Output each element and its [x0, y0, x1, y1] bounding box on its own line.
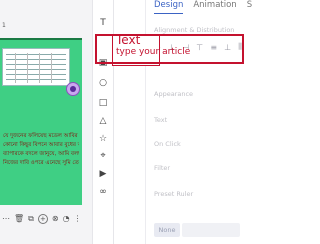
- text-line: যে দুজনের ফলিয়েছ মডেল আবির: [3, 133, 78, 139]
- on-click-heading: On Click: [154, 140, 181, 148]
- image-tool-icon[interactable]: ▣: [97, 57, 109, 69]
- align-top-icon[interactable]: ⊤: [196, 43, 203, 52]
- doc-col: [51, 53, 52, 83]
- copy-icon[interactable]: ⧉: [28, 215, 34, 223]
- link-tool-icon[interactable]: ∞: [97, 186, 109, 198]
- preset-ruler-heading: Preset Ruler: [154, 190, 194, 198]
- slide-canvas[interactable]: যে দুজনের ফলিয়েছ মডেল আবির কোনো কিছুর ব…: [0, 38, 82, 205]
- text-line: কোনো কিছুর বিপনে আবার বুধের আসিয়ে: [3, 142, 79, 148]
- delete-icon[interactable]: ⊗: [52, 215, 59, 223]
- bengali-text-block[interactable]: যে দুজনের ফলিয়েছ মডেল আবির কোনো কিছুর ব…: [3, 132, 79, 168]
- add-slide-button[interactable]: +: [37, 214, 48, 224]
- trash-icon[interactable]: 🗑: [14, 215, 24, 223]
- properties-panel: Design Animation S Alignment & Distribut…: [145, 0, 252, 244]
- element-toolbar: T ▣ ○ □ △ ☆ ⌖ ▶ ∞: [92, 0, 114, 244]
- preset-none-button[interactable]: None: [154, 223, 180, 237]
- bottom-toolbar: ⋯ 🗑 ⧉ + ⊗ ◔ ⋮: [0, 212, 94, 226]
- document-image[interactable]: [2, 48, 70, 86]
- ellipsis-icon[interactable]: ⋯: [2, 215, 10, 223]
- text-line: নিজের দাবি ওপরে এনেছে সুমি তোমার বাকিতে: [3, 160, 79, 166]
- stamp-seal-icon: [66, 82, 80, 96]
- text-tool-icon[interactable]: T: [97, 17, 109, 29]
- text-heading: Text: [154, 116, 168, 124]
- location-tool-icon[interactable]: ⌖: [97, 150, 109, 162]
- square-tool-icon[interactable]: □: [97, 97, 109, 109]
- align-bottom-icon[interactable]: ⊥: [224, 43, 231, 52]
- tab-s[interactable]: S: [247, 0, 252, 14]
- doc-col: [39, 53, 40, 83]
- lock-icon[interactable]: ◔: [63, 215, 70, 223]
- tab-design[interactable]: Design: [154, 0, 184, 14]
- distribute-icon[interactable]: ⫼: [238, 42, 242, 52]
- page-number: 1: [2, 22, 6, 29]
- text-line: ব্যাপারকে বদলে জানুযে, আমি বলছ কথা,: [3, 151, 79, 157]
- text-callout-subtitle: type your article: [116, 47, 191, 57]
- text-callout-title: Text: [116, 33, 141, 47]
- doc-col: [15, 53, 16, 83]
- panel-tabs: Design Animation S: [154, 0, 252, 14]
- circle-tool-icon[interactable]: ○: [97, 77, 109, 89]
- canvas-area: 1 যে দুজনের ফলিয়েছ মডেল আবির কোনো কিছুর…: [0, 0, 92, 244]
- alignment-heading: Alignment & Distribution: [154, 26, 235, 34]
- video-tool-icon[interactable]: ▶: [97, 168, 109, 180]
- appearance-heading: Appearance: [154, 90, 194, 98]
- doc-col: [27, 53, 28, 83]
- filter-heading: Filter: [154, 164, 171, 172]
- triangle-tool-icon[interactable]: △: [97, 115, 109, 127]
- preset-option[interactable]: [182, 223, 240, 237]
- tab-animation[interactable]: Animation: [193, 0, 236, 14]
- more-icon[interactable]: ⋮: [74, 215, 82, 223]
- star-tool-icon[interactable]: ☆: [97, 133, 109, 145]
- align-middle-icon[interactable]: ≡: [210, 43, 217, 52]
